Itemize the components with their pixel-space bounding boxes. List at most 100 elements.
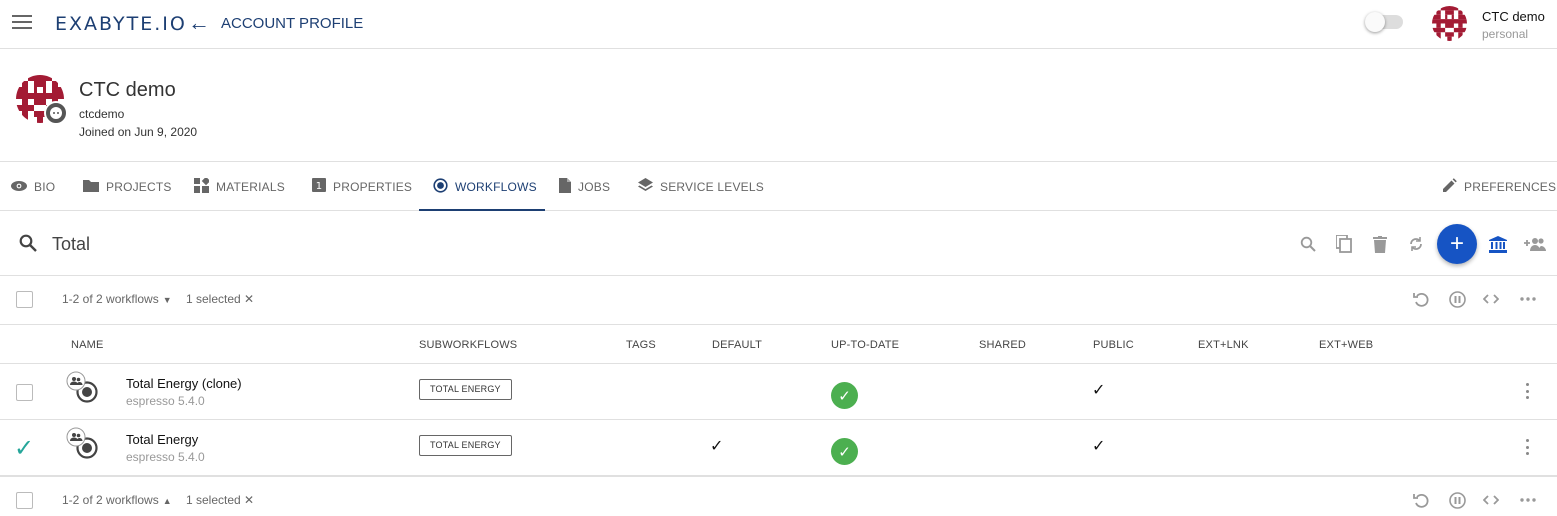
tab-projects[interactable]: PROJECTS [83, 162, 172, 211]
tab-label: PROPERTIES [333, 179, 413, 194]
toggle-knob [1365, 12, 1385, 32]
tab-jobs[interactable]: JOBS [559, 162, 610, 211]
materials-icon [194, 176, 211, 196]
row-more-icon[interactable] [1519, 381, 1535, 401]
select-all-checkbox[interactable] [16, 291, 33, 308]
column-header-default[interactable]: DEFAULT [712, 339, 762, 351]
pager-bottom: 1-2 of 2 workflows ▲ 1 selected ✕ [0, 476, 1557, 516]
tab-materials[interactable]: MATERIALS [194, 162, 285, 211]
row-more-icon[interactable] [1519, 437, 1535, 457]
column-header-name[interactable]: NAME [71, 339, 104, 351]
search-icon [19, 234, 37, 252]
pause-icon[interactable] [1447, 289, 1467, 309]
profile-name: CTC demo [79, 79, 176, 101]
tab-service-levels[interactable]: SERVICE LEVELS [638, 162, 764, 211]
column-header-public[interactable]: PUBLIC [1093, 339, 1134, 351]
row-selected-check-icon[interactable]: ✓ [14, 434, 34, 463]
search-tool-icon[interactable] [1298, 234, 1318, 254]
selection-count[interactable]: 1 selected ✕ [186, 493, 254, 507]
layers-icon [638, 178, 653, 195]
back-arrow-icon[interactable]: ← [188, 10, 210, 36]
folder-icon [83, 179, 99, 195]
table-row[interactable]: ✓ Total Energy espresso 5.4.0 TOTAL ENER… [0, 420, 1557, 476]
pagination-dropdown[interactable]: 1-2 of 2 workflows ▼ [62, 292, 172, 306]
select-all-checkbox[interactable] [16, 492, 33, 509]
bank-icon[interactable] [1488, 234, 1508, 254]
profile-joined-date: Joined on Jun 9, 2020 [79, 125, 198, 139]
radio-target-icon [433, 177, 448, 196]
column-header-tags[interactable]: TAGS [626, 339, 656, 351]
file-icon [559, 177, 571, 196]
public-check-icon: ✓ [1092, 438, 1106, 455]
pencil-icon [1443, 178, 1457, 195]
column-header-shared[interactable]: SHARED [979, 339, 1026, 351]
user-avatar-icon[interactable] [1432, 6, 1467, 41]
delete-icon[interactable] [1370, 234, 1390, 254]
svg-text:1: 1 [316, 181, 323, 192]
more-horizontal-icon[interactable] [1518, 490, 1538, 510]
tab-label: PREFERENCES [1464, 179, 1557, 194]
hamburger-menu-icon[interactable] [12, 15, 32, 29]
workflow-name[interactable]: Total Energy (clone) [126, 376, 242, 391]
workflow-toolbar: + [0, 212, 1557, 276]
row-checkbox[interactable] [16, 384, 33, 401]
code-icon[interactable] [1481, 289, 1501, 309]
tab-bio[interactable]: BIO [11, 162, 55, 211]
up-to-date-check-icon: ✓ [831, 438, 858, 465]
pagination-count: 1-2 of 2 workflows [62, 292, 159, 306]
personal-account-badge-icon [44, 101, 68, 125]
active-tab-indicator [419, 209, 545, 211]
theme-toggle[interactable] [1365, 12, 1403, 32]
properties-icon: 1 [312, 178, 326, 195]
workflow-icon [66, 427, 98, 459]
account-user-name[interactable]: CTC demo [1482, 9, 1545, 24]
tab-preferences[interactable]: PREFERENCES [1443, 162, 1556, 211]
tab-label: BIO [34, 179, 56, 194]
subworkflow-chip[interactable]: TOTAL ENERGY [419, 379, 512, 400]
tab-label: PROJECTS [106, 179, 172, 194]
search-input[interactable] [52, 230, 652, 258]
pagination-count: 1-2 of 2 workflows [62, 493, 159, 507]
default-check-icon: ✓ [710, 438, 724, 455]
more-horizontal-icon[interactable] [1518, 289, 1538, 309]
workflow-application: espresso 5.4.0 [126, 450, 205, 464]
pause-icon[interactable] [1447, 490, 1467, 510]
column-header-subworkflows[interactable]: SUBWORKFLOWS [419, 339, 517, 351]
exabyte-logo[interactable]: EXABYTE.IO [55, 13, 187, 35]
account-type: personal [1482, 27, 1529, 41]
workflow-application: espresso 5.4.0 [126, 394, 205, 408]
tab-label: JOBS [578, 179, 611, 194]
refresh-icon[interactable] [1406, 234, 1426, 254]
column-header-ext-web[interactable]: EXT+WEB [1319, 339, 1373, 351]
table-header: NAME SUBWORKFLOWS TAGS DEFAULT UP-TO-DAT… [0, 324, 1557, 364]
workflow-icon [66, 371, 98, 403]
tab-label: SERVICE LEVELS [660, 179, 764, 194]
pager-top: 1-2 of 2 workflows ▼ 1 selected ✕ [0, 276, 1557, 324]
caret-down-icon: ▼ [162, 295, 172, 305]
undo-icon[interactable] [1411, 490, 1431, 510]
code-icon[interactable] [1481, 490, 1501, 510]
column-header-ext-lnk[interactable]: EXT+LNK [1198, 339, 1249, 351]
tab-workflows[interactable]: WORKFLOWS [433, 162, 537, 211]
public-check-icon: ✓ [1092, 382, 1106, 399]
tab-label: WORKFLOWS [455, 179, 537, 194]
top-app-bar: EXABYTE.IO ← ACCOUNT PROFILE CTC demo pe… [0, 0, 1557, 49]
copy-icon[interactable] [1334, 234, 1354, 254]
up-to-date-check-icon: ✓ [831, 382, 858, 409]
undo-icon[interactable] [1411, 289, 1431, 309]
add-group-icon[interactable] [1523, 234, 1547, 254]
subworkflow-chip[interactable]: TOTAL ENERGY [419, 435, 512, 456]
table-row[interactable]: Total Energy (clone) espresso 5.4.0 TOTA… [0, 364, 1557, 420]
caret-up-icon: ▲ [162, 496, 172, 506]
selection-count[interactable]: 1 selected ✕ [186, 292, 254, 306]
profile-username: ctcdemo [79, 107, 125, 121]
pagination-dropdown[interactable]: 1-2 of 2 workflows ▲ [62, 493, 172, 507]
eye-icon [11, 179, 27, 195]
add-workflow-button[interactable]: + [1437, 224, 1477, 264]
column-header-up-to-date[interactable]: UP-TO-DATE [831, 339, 899, 351]
page-title: ACCOUNT PROFILE [221, 15, 364, 32]
tab-properties[interactable]: 1 PROPERTIES [312, 162, 412, 211]
tab-label: MATERIALS [216, 179, 285, 194]
profile-tabs: BIO PROJECTS MATERIALS 1 PROPERTIES WORK… [0, 161, 1557, 211]
workflow-name[interactable]: Total Energy [126, 432, 198, 447]
